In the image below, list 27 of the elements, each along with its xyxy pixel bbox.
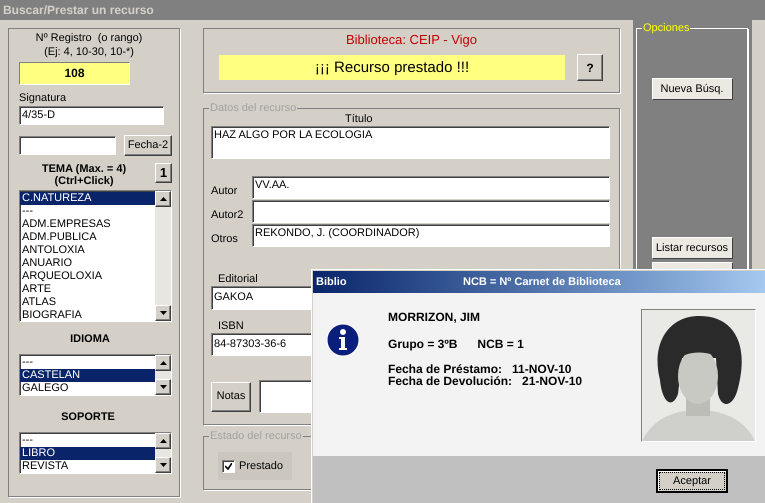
dialog-app-name: Biblio (315, 274, 348, 290)
group-legend: Opciones (642, 22, 690, 35)
field-label: Autor (211, 184, 238, 199)
group-text: Grupo = 3ºB (388, 337, 458, 351)
registro-hint: (Ej: 4, 10-30, 10-*) (44, 45, 135, 59)
library-name: Biblioteca: CEIP - Vigo (346, 32, 478, 48)
field-label: Editorial (218, 272, 258, 286)
dialog-title: NCB = Nº Carnet de Biblioteca (463, 274, 621, 290)
list-heading: SOPORTE (61, 410, 116, 424)
list-heading: IDIOMA (70, 332, 111, 346)
list-heading: TEMA (Max. = 4) (42, 163, 126, 175)
field-label: Título (345, 112, 373, 126)
field-label: Otros (211, 232, 239, 247)
registro-label: Nº Registro (o rango) (36, 31, 144, 45)
date-value: 11-NOV-10 (512, 363, 572, 375)
date-label: Fecha de Devolución: (388, 375, 512, 387)
field-label: Signatura (19, 91, 66, 105)
borrower-name: MORRIZON, JIM (388, 310, 481, 324)
date-label: Fecha de Préstamo: (388, 363, 502, 375)
field-label: Autor2 (211, 208, 244, 223)
field-label: ISBN (218, 319, 244, 333)
checkbox-label: Prestado (239, 459, 284, 473)
list-hint: (Ctrl+Click) (54, 175, 114, 187)
date-value: 21-NOV-10 (522, 375, 582, 387)
window-title: Buscar/Prestar un recurso (0, 0, 765, 20)
status-message: ¡¡¡ Recurso prestado !!! (219, 55, 565, 80)
card-number: NCB = 1 (477, 337, 524, 351)
